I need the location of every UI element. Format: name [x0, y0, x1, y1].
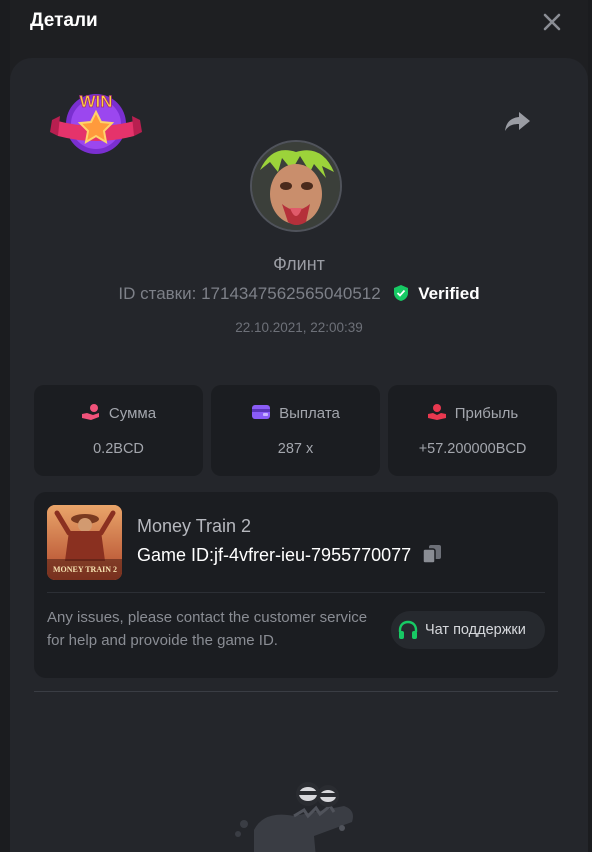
verified-label: Verified	[418, 284, 480, 303]
stat-payout: Выплата 287 x	[211, 385, 380, 476]
copy-icon	[422, 545, 442, 564]
stat-payout-value: 287 x	[277, 441, 314, 457]
game-box-divider	[47, 592, 545, 593]
avatar	[250, 140, 342, 232]
bet-card: WIN Флинт ID ставки: 1714347562565040512	[10, 58, 588, 852]
stats-row: Сумма 0.2BCD Выплата 287 x Прибыль +57.2…	[34, 385, 558, 476]
close-icon	[543, 13, 561, 31]
support-chat-button[interactable]: Чат поддержки	[391, 611, 545, 649]
player-name: Флинт	[273, 254, 325, 274]
close-button[interactable]	[540, 10, 564, 34]
headset-icon	[398, 620, 418, 639]
copy-button[interactable]	[422, 544, 442, 569]
section-divider	[34, 691, 558, 692]
coins-hand-icon	[81, 404, 99, 420]
modal-title: Детали	[30, 10, 98, 31]
stat-profit-value: +57.200000BCD	[418, 441, 527, 457]
verified-shield-icon	[394, 285, 409, 301]
game-thumbnail-text: MONEY TRAIN 2	[53, 565, 117, 574]
bet-details-modal: Детали WIN Флинт ID ставки: 171434756256…	[10, 0, 588, 852]
help-text: Any issues, please contact the customer …	[47, 609, 368, 649]
bet-id-value: 1714347562565040512	[201, 284, 381, 303]
game-name: Money Train 2	[137, 516, 252, 536]
crocodile-mascot-icon	[224, 770, 364, 852]
profit-hand-icon	[427, 404, 446, 420]
game-id-label: Game ID:	[137, 545, 215, 565]
stat-profit: Прибыль +57.200000BCD	[388, 385, 557, 476]
stat-payout-label: Выплата	[279, 405, 340, 422]
stat-amount-value: 0.2BCD	[93, 441, 144, 457]
bet-id-row: ID ставки: 1714347562565040512 Verified	[10, 284, 588, 304]
bet-id-label: ID ставки:	[118, 284, 197, 303]
support-chat-label: Чат поддержки	[425, 622, 526, 638]
stat-profit-label: Прибыль	[454, 405, 519, 422]
stat-amount-label: Сумма	[108, 405, 157, 422]
win-badge-text: WIN	[79, 92, 112, 111]
game-id-row: Game ID:jf-4vfrer-ieu-7955770077	[137, 544, 442, 569]
game-thumbnail[interactable]: MONEY TRAIN 2	[47, 505, 122, 580]
game-info-box: MONEY TRAIN 2 Money Train 2 Game ID:jf-4…	[34, 492, 558, 678]
win-badge-icon: WIN	[50, 86, 142, 158]
share-button[interactable]	[504, 110, 532, 134]
game-id-value: jf-4vfrer-ieu-7955770077	[214, 545, 412, 565]
wallet-icon	[252, 405, 271, 419]
share-icon	[505, 112, 530, 131]
stat-amount: Сумма 0.2BCD	[34, 385, 203, 476]
modal-header: Детали	[10, 0, 588, 44]
bet-datetime: 22.10.2021, 22:00:39	[235, 320, 363, 335]
